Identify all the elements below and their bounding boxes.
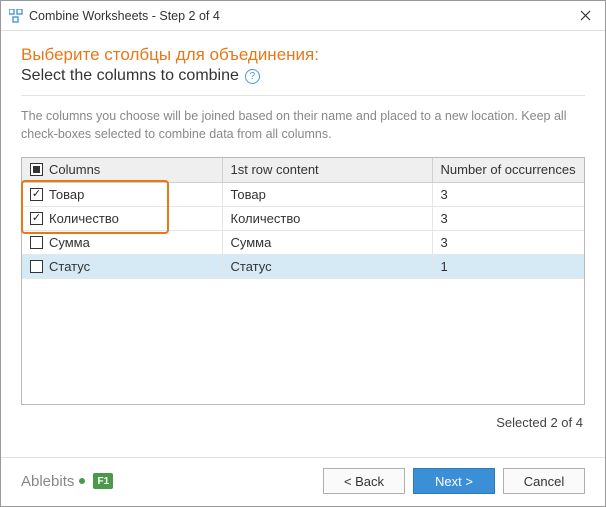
row-first-content: Товар [222, 182, 432, 206]
heading-english: Select the columns to combine ? [21, 67, 585, 85]
cancel-button[interactable]: Cancel [503, 468, 585, 494]
heading-localized: Выберите столбцы для объединения: [21, 45, 585, 65]
row-column-name: Количество [49, 211, 119, 226]
selection-status: Selected 2 of 4 [21, 415, 583, 430]
row-occurrences: 1 [432, 254, 584, 278]
col-header-occurrences: Number of occurrences [432, 158, 584, 182]
row-first-content: Статус [222, 254, 432, 278]
col-header-columns: Columns [49, 162, 100, 177]
select-all-checkbox[interactable] [30, 163, 43, 176]
back-button[interactable]: < Back [323, 468, 405, 494]
help-icon[interactable]: ? [245, 69, 260, 84]
row-checkbox[interactable] [30, 260, 43, 273]
row-checkbox[interactable] [30, 236, 43, 249]
window-title: Combine Worksheets - Step 2 of 4 [29, 9, 565, 23]
row-column-name: Товар [49, 187, 84, 202]
brand-name: Ablebits [21, 473, 74, 490]
brand-dot-icon [79, 478, 85, 484]
footer: Ablebits F1 < Back Next > Cancel [1, 457, 605, 506]
row-occurrences: 3 [432, 206, 584, 230]
row-checkbox[interactable] [30, 212, 43, 225]
app-icon [9, 9, 23, 23]
explanation-text: The columns you choose will be joined ba… [21, 108, 585, 143]
row-column-name: Статус [49, 259, 90, 274]
col-header-content: 1st row content [222, 158, 432, 182]
row-first-content: Сумма [222, 230, 432, 254]
row-column-name: Сумма [49, 235, 90, 250]
columns-table: Columns 1st row content Number of occurr… [21, 157, 585, 405]
separator [21, 95, 585, 96]
heading-english-text: Select the columns to combine [21, 67, 239, 85]
close-button[interactable] [565, 1, 605, 31]
next-button[interactable]: Next > [413, 468, 495, 494]
titlebar: Combine Worksheets - Step 2 of 4 [1, 1, 605, 31]
close-icon [580, 10, 591, 21]
table-row[interactable]: ТоварТовар3 [22, 182, 584, 206]
brand: Ablebits F1 [21, 473, 113, 490]
table-row[interactable]: СтатусСтатус1 [22, 254, 584, 278]
table-row[interactable]: СуммаСумма3 [22, 230, 584, 254]
row-first-content: Количество [222, 206, 432, 230]
help-f1-button[interactable]: F1 [93, 473, 113, 489]
table-row[interactable]: КоличествоКоличество3 [22, 206, 584, 230]
row-checkbox[interactable] [30, 188, 43, 201]
row-occurrences: 3 [432, 230, 584, 254]
row-occurrences: 3 [432, 182, 584, 206]
